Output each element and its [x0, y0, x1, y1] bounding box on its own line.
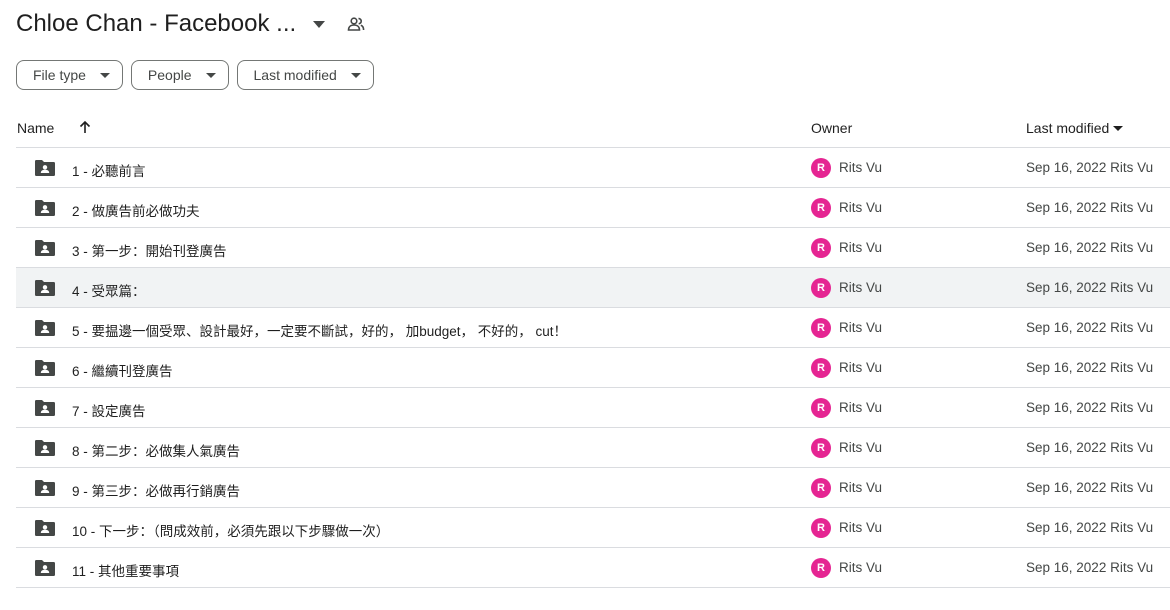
last-modified-value: Sep 16, 2022 Rits Vu: [1026, 560, 1154, 575]
folder-name: 7 - 設定廣告: [72, 404, 146, 419]
column-header-row: Name Owner Last modified: [16, 108, 1170, 148]
last-modified-value: Sep 16, 2022 Rits Vu: [1026, 160, 1154, 175]
avatar[interactable]: R: [811, 278, 831, 298]
table-row[interactable]: 2 - 做廣告前必做功夫 R Rits Vu Sep 16, 2022 Rits Vu: [16, 188, 1170, 228]
shared-folder-icon: [34, 319, 56, 337]
folder-header: Chloe Chan - Facebook ...: [16, 6, 366, 42]
shared-folder-icon: [34, 479, 56, 497]
table-row[interactable]: 6 - 繼續刊登廣告 R Rits Vu Sep 16, 2022 Rits Vu: [16, 348, 1170, 388]
owner-name: Rits Vu: [839, 440, 883, 455]
last-modified-value: Sep 16, 2022 Rits Vu: [1026, 440, 1154, 455]
folder-name: 4 - 受眾篇：: [72, 284, 146, 299]
arrow-drop-down-icon: [205, 72, 216, 78]
folder-name: 10 - 下一步：（問成效前，必須先跟以下步驟做一次）: [72, 524, 390, 539]
table-row[interactable]: 3 - 第一步：開始刊登廣告 R Rits Vu Sep 16, 2022 Rits …: [16, 228, 1170, 268]
people-icon[interactable]: [346, 14, 366, 34]
folder-name: 1 - 必聽前言: [72, 164, 146, 179]
folder-name: 5 - 要揾邊一個受眾、設計最好，一定要不斷試，好的， 加budget， 不好的…: [72, 324, 568, 339]
owner-name: Rits Vu: [839, 320, 883, 335]
folder-name: 6 - 繼續刊登廣告: [72, 364, 173, 379]
table-row[interactable]: 1 - 必聽前言 R Rits Vu Sep 16, 2022 Rits Vu: [16, 148, 1170, 188]
avatar[interactable]: R: [811, 478, 831, 498]
arrow-drop-down-icon: [350, 72, 361, 78]
shared-folder-icon: [34, 439, 56, 457]
owner-name: Rits Vu: [839, 240, 883, 255]
folder-name: 8 - 第二步：必做集人氣廣告: [72, 444, 241, 459]
column-header-last-modified-label: Last modified: [1026, 120, 1110, 136]
chip-label: Last modified: [253, 67, 337, 83]
table-row[interactable]: 7 - 設定廣告 R Rits Vu Sep 16, 2022 Rits Vu: [16, 388, 1170, 428]
table-row[interactable]: 9 - 第三步：必做再行銷廣告 R Rits Vu Sep 16, 2022 Rits…: [16, 468, 1170, 508]
shared-folder-icon: [34, 199, 56, 217]
folder-title[interactable]: Chloe Chan - Facebook ...: [16, 10, 296, 38]
arrow-drop-down-icon: [1113, 125, 1124, 131]
avatar[interactable]: R: [811, 158, 831, 178]
avatar[interactable]: R: [811, 518, 831, 538]
avatar[interactable]: R: [811, 398, 831, 418]
last-modified-value: Sep 16, 2022 Rits Vu: [1026, 360, 1154, 375]
folder-name: 9 - 第三步：必做再行銷廣告: [72, 484, 241, 499]
column-header-last-modified[interactable]: Last modified: [1026, 120, 1124, 136]
table-row[interactable]: 4 - 受眾篇： R Rits Vu Sep 16, 2022 Rits Vu: [16, 268, 1170, 308]
last-modified-value: Sep 16, 2022 Rits Vu: [1026, 520, 1154, 535]
folder-name: 3 - 第一步：開始刊登廣告: [72, 244, 227, 259]
file-type-filter-chip[interactable]: File type: [16, 60, 123, 90]
avatar[interactable]: R: [811, 438, 831, 458]
owner-name: Rits Vu: [839, 520, 883, 535]
avatar[interactable]: R: [811, 318, 831, 338]
avatar[interactable]: R: [811, 558, 831, 578]
owner-name: Rits Vu: [839, 400, 883, 415]
owner-name: Rits Vu: [839, 360, 883, 375]
shared-folder-icon: [34, 159, 56, 177]
owner-name: Rits Vu: [839, 280, 883, 295]
table-row[interactable]: 11 - 其他重要事項 R Rits Vu Sep 16, 2022 Rits Vu: [16, 548, 1170, 588]
last-modified-value: Sep 16, 2022 Rits Vu: [1026, 480, 1154, 495]
last-modified-filter-chip[interactable]: Last modified: [236, 60, 374, 90]
last-modified-value: Sep 16, 2022 Rits Vu: [1026, 240, 1154, 255]
last-modified-value: Sep 16, 2022 Rits Vu: [1026, 280, 1154, 295]
owner-name: Rits Vu: [839, 560, 883, 575]
owner-name: Rits Vu: [839, 160, 883, 175]
people-filter-chip[interactable]: People: [130, 60, 229, 90]
arrow-drop-down-icon: [99, 72, 110, 78]
last-modified-value: Sep 16, 2022 Rits Vu: [1026, 320, 1154, 335]
last-modified-value: Sep 16, 2022 Rits Vu: [1026, 200, 1154, 215]
avatar[interactable]: R: [811, 238, 831, 258]
table-row[interactable]: 8 - 第二步：必做集人氣廣告 R Rits Vu Sep 16, 2022 Rits…: [16, 428, 1170, 468]
arrow-drop-down-icon[interactable]: [308, 13, 330, 35]
table-row[interactable]: 10 - 下一步：（問成效前，必須先跟以下步驟做一次） R Rits Vu Sep 1…: [16, 508, 1170, 548]
owner-name: Rits Vu: [839, 480, 883, 495]
shared-folder-icon: [34, 279, 56, 297]
chip-label: People: [147, 67, 192, 83]
shared-folder-icon: [34, 559, 56, 577]
folder-name: 2 - 做廣告前必做功夫: [72, 204, 200, 219]
folder-name: 11 - 其他重要事項: [72, 564, 180, 579]
avatar[interactable]: R: [811, 358, 831, 378]
chip-label: File type: [33, 67, 86, 83]
column-header-name[interactable]: Name: [17, 120, 54, 136]
avatar[interactable]: R: [811, 198, 831, 218]
shared-folder-icon: [34, 359, 56, 377]
column-header-owner[interactable]: Owner: [811, 120, 852, 136]
file-list: 1 - 必聽前言 R Rits Vu Sep 16, 2022 Rits Vu 2 - …: [16, 148, 1170, 588]
shared-folder-icon: [34, 239, 56, 257]
table-row[interactable]: 5 - 要揾邊一個受眾、設計最好，一定要不斷試，好的， 加budget， 不好的…: [16, 308, 1170, 348]
last-modified-value: Sep 16, 2022 Rits Vu: [1026, 400, 1154, 415]
owner-name: Rits Vu: [839, 200, 883, 215]
shared-folder-icon: [34, 519, 56, 537]
arrow-upward-icon[interactable]: [76, 118, 94, 136]
filter-bar: File type People Last modified: [16, 60, 374, 90]
shared-folder-icon: [34, 399, 56, 417]
